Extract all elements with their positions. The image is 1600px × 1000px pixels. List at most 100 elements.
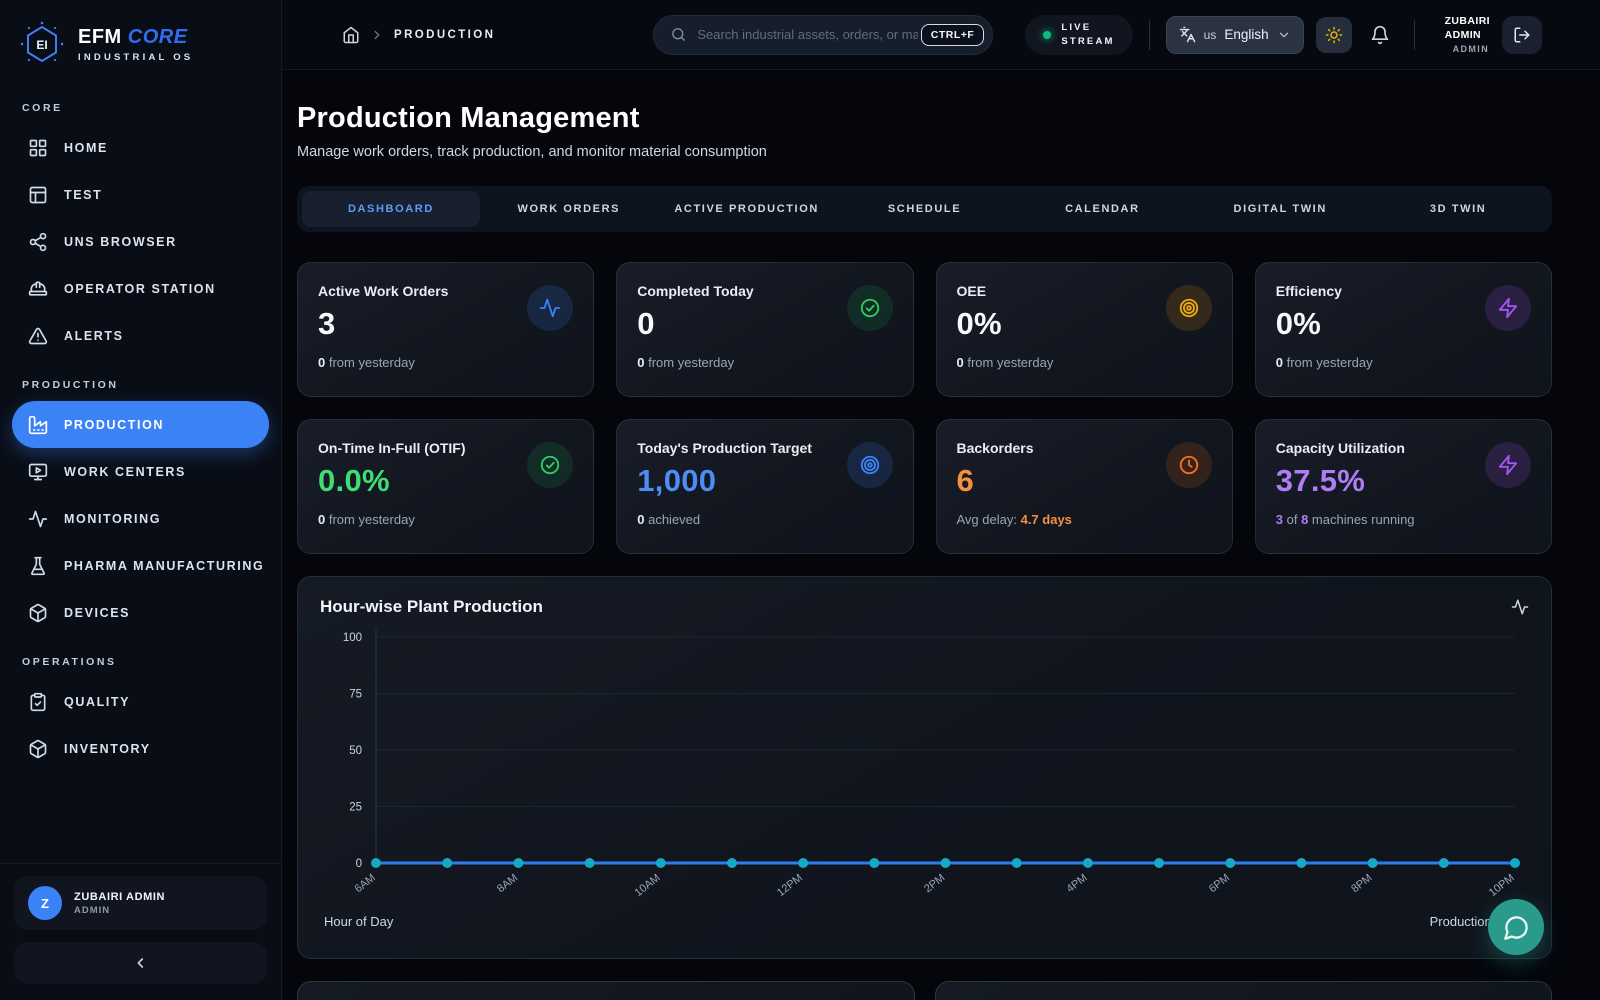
kpi-icon-badge bbox=[1166, 442, 1212, 488]
chevron-down-icon bbox=[1277, 28, 1291, 42]
sidebar-item-label: QUALITY bbox=[64, 695, 130, 709]
kpi-sub-segment: from yesterday bbox=[325, 512, 415, 527]
sidebar-item-uns-browser[interactable]: UNS BROWSER bbox=[12, 218, 269, 265]
home-icon bbox=[342, 26, 360, 44]
grid-icon bbox=[28, 138, 48, 158]
sidebar-item-inventory[interactable]: INVENTORY bbox=[12, 725, 269, 772]
box-icon bbox=[28, 739, 48, 759]
sidebar-item-work-centers[interactable]: WORK CENTERS bbox=[12, 448, 269, 495]
header-user-name-line2: ADMIN bbox=[1445, 29, 1481, 41]
kpi-sub: 0 from yesterday bbox=[318, 355, 573, 370]
sidebar-item-label: MONITORING bbox=[64, 512, 161, 526]
kpi-sub-segment: Avg delay: bbox=[957, 512, 1021, 527]
avatar: Z bbox=[28, 886, 62, 920]
zap-icon bbox=[1497, 297, 1519, 319]
notifications-button[interactable] bbox=[1362, 17, 1398, 53]
target-icon bbox=[859, 454, 881, 476]
sidebar-item-pharma-manufacturing[interactable]: PHARMA MANUFACTURING bbox=[12, 542, 269, 589]
page-content: Production Management Manage work orders… bbox=[282, 70, 1600, 1000]
tab-digital-twin[interactable]: DIGITAL TWIN bbox=[1191, 191, 1369, 227]
breadcrumb-home-button[interactable] bbox=[342, 26, 360, 44]
brand-tagline: INDUSTRIAL OS bbox=[78, 52, 193, 63]
tab-dashboard[interactable]: DASHBOARD bbox=[302, 191, 480, 227]
below-fold-cards bbox=[297, 981, 1552, 1000]
sidebar-item-production[interactable]: PRODUCTION bbox=[12, 401, 269, 448]
sidebar-item-label: PRODUCTION bbox=[64, 418, 164, 432]
factory-icon bbox=[28, 415, 48, 435]
live-stream-button[interactable]: LIVE STREAM bbox=[1025, 15, 1132, 55]
tab-active-production[interactable]: ACTIVE PRODUCTION bbox=[658, 191, 836, 227]
header-divider bbox=[1414, 20, 1415, 50]
bell-icon bbox=[1370, 25, 1390, 45]
svg-text:8PM: 8PM bbox=[1349, 872, 1374, 895]
kpi-card-completed-today: Completed Today 0 0 from yesterday bbox=[616, 262, 913, 397]
kpi-card-today-s-production-target: Today's Production Target 1,000 0 achiev… bbox=[616, 419, 913, 554]
breadcrumb: PRODUCTION bbox=[342, 26, 495, 44]
sidebar-item-label: UNS BROWSER bbox=[64, 235, 177, 249]
kpi-sub: 0 from yesterday bbox=[318, 512, 573, 527]
kpi-sub-segment: from yesterday bbox=[325, 355, 415, 370]
tab-schedule[interactable]: SCHEDULE bbox=[836, 191, 1014, 227]
share-icon bbox=[28, 232, 48, 252]
tab-3d-twin[interactable]: 3D TWIN bbox=[1369, 191, 1547, 227]
kpi-icon-badge bbox=[847, 285, 893, 331]
kpi-card-oee: OEE 0% 0 from yesterday bbox=[936, 262, 1233, 397]
hourwise-production-chart-svg: 02550751006AM8AM10AM12PM2PM4PM6PM8PM10PM bbox=[320, 621, 1529, 913]
header-divider bbox=[1149, 20, 1150, 50]
chart-header: Hour-wise Plant Production bbox=[320, 597, 1529, 617]
tab-calendar[interactable]: CALENDAR bbox=[1013, 191, 1191, 227]
logout-button[interactable] bbox=[1502, 16, 1542, 54]
language-selector[interactable]: us English bbox=[1166, 16, 1304, 54]
language-label: English bbox=[1224, 27, 1268, 42]
nav-section-label-core: CORE bbox=[22, 102, 259, 114]
sidebar-item-alerts[interactable]: ALERTS bbox=[12, 312, 269, 359]
kpi-sub: 0 from yesterday bbox=[957, 355, 1212, 370]
sidebar-item-quality[interactable]: QUALITY bbox=[12, 678, 269, 725]
kpi-sub-segment: 0 bbox=[1276, 355, 1283, 370]
checkcircle-icon bbox=[539, 454, 561, 476]
tab-work-orders[interactable]: WORK ORDERS bbox=[480, 191, 658, 227]
live-indicator-dot bbox=[1043, 31, 1051, 39]
chart-title: Hour-wise Plant Production bbox=[320, 597, 543, 617]
activity-icon bbox=[539, 297, 561, 319]
chat-fab-button[interactable] bbox=[1488, 899, 1544, 955]
sun-icon bbox=[1325, 26, 1343, 44]
sidebar-item-operator-station[interactable]: OPERATOR STATION bbox=[12, 265, 269, 312]
sidebar-item-monitoring[interactable]: MONITORING bbox=[12, 495, 269, 542]
kpi-sub: Avg delay: 4.7 days bbox=[957, 512, 1212, 527]
sidebar-item-label: WORK CENTERS bbox=[64, 465, 186, 479]
sidebar-user-card[interactable]: Z ZUBAIRI ADMIN ADMIN bbox=[14, 876, 267, 930]
kpi-card-efficiency: Efficiency 0% 0 from yesterday bbox=[1255, 262, 1552, 397]
flask-icon bbox=[28, 556, 48, 576]
header-user[interactable]: ZUBAIRI ADMIN ADMIN bbox=[1445, 15, 1490, 53]
kpi-grid: Active Work Orders 3 0 from yesterday Co… bbox=[297, 262, 1552, 554]
box-icon bbox=[28, 603, 48, 623]
sidebar-item-home[interactable]: HOME bbox=[12, 124, 269, 171]
svg-text:10AM: 10AM bbox=[633, 872, 663, 899]
svg-text:2PM: 2PM bbox=[922, 872, 947, 895]
brand-name: EFM bbox=[78, 26, 122, 48]
header-user-role: ADMIN bbox=[1445, 44, 1490, 54]
kpi-icon-badge bbox=[847, 442, 893, 488]
translate-icon bbox=[1179, 26, 1196, 43]
breadcrumb-separator bbox=[370, 28, 384, 42]
sidebar-item-test[interactable]: TEST bbox=[12, 171, 269, 218]
main-area: PRODUCTION CTRL+F LIVE STREAM bbox=[282, 0, 1600, 1000]
sidebar-item-label: INVENTORY bbox=[64, 742, 151, 756]
sidebar-collapse-button[interactable] bbox=[14, 942, 267, 984]
kpi-sub-segment: from yesterday bbox=[964, 355, 1054, 370]
svg-text:4PM: 4PM bbox=[1065, 872, 1090, 895]
nav-section-label-operations: OPERATIONS bbox=[22, 656, 259, 668]
brand-hexagon-logo-icon: EI bbox=[18, 20, 66, 68]
sidebar-item-devices[interactable]: DEVICES bbox=[12, 589, 269, 636]
svg-text:25: 25 bbox=[349, 802, 362, 814]
topbar: PRODUCTION CTRL+F LIVE STREAM bbox=[282, 0, 1600, 70]
brand: EI EFM CORE INDUSTRIAL OS bbox=[0, 0, 281, 82]
header-user-name: ZUBAIRI ADMIN bbox=[1445, 15, 1490, 41]
target-icon bbox=[1178, 297, 1200, 319]
header-user-name-line1: ZUBAIRI bbox=[1445, 15, 1490, 27]
theme-toggle-button[interactable] bbox=[1316, 17, 1352, 53]
kpi-sub-segment: of bbox=[1283, 512, 1301, 527]
kpi-sub-segment: from yesterday bbox=[1283, 355, 1373, 370]
svg-text:8AM: 8AM bbox=[495, 872, 520, 895]
